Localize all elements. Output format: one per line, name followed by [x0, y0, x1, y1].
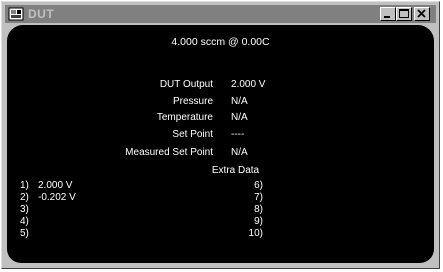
- extra-index: 2): [20, 192, 29, 203]
- reading-label-dut-output: DUT Output: [159, 79, 213, 90]
- extra-index: 1): [20, 180, 29, 191]
- app-icon[interactable]: [8, 6, 24, 22]
- extra-index: 8): [254, 204, 263, 215]
- maximize-button[interactable]: [396, 7, 412, 21]
- extra-index: 5): [20, 228, 29, 239]
- window-title: DUT: [28, 7, 55, 21]
- close-button[interactable]: [414, 7, 430, 21]
- minimize-icon: [384, 16, 390, 18]
- extra-index: 4): [20, 216, 29, 227]
- extra-index: 9): [254, 216, 263, 227]
- maximize-icon: [399, 9, 409, 18]
- minimize-button[interactable]: [380, 7, 396, 21]
- reading-label-pressure: Pressure: [172, 96, 213, 107]
- extra-value: 2.000 V: [38, 180, 73, 191]
- flow-header: 4.000 sccm @ 0.00C: [171, 36, 270, 48]
- reading-value-dut-output: 2.000 V: [231, 79, 266, 90]
- reading-value-set-point: ----: [231, 129, 245, 140]
- extra-index: 10): [248, 228, 263, 239]
- reading-value-measured-set-point: N/A: [231, 147, 248, 158]
- title-bar[interactable]: DUT: [5, 5, 436, 23]
- reading-label-temperature: Temperature: [156, 112, 213, 123]
- reading-value-pressure: N/A: [231, 96, 248, 107]
- extra-index: 3): [20, 204, 29, 215]
- close-icon: [417, 9, 426, 18]
- reading-label-measured-set-point: Measured Set Point: [125, 147, 213, 158]
- extra-index: 6): [254, 180, 263, 191]
- extra-data-title: Extra Data: [211, 165, 260, 176]
- extra-value: -0.202 V: [38, 192, 76, 203]
- extra-index: 7): [254, 192, 263, 203]
- reading-label-set-point: Set Point: [172, 129, 213, 140]
- readout-panel: 4.000 sccm @ 0.00C DUT Output Pressure T…: [7, 25, 434, 263]
- dut-window: DUT 4.000 sccm @ 0.00C DUT Output Pressu…: [1, 1, 440, 269]
- reading-value-temperature: N/A: [231, 112, 248, 123]
